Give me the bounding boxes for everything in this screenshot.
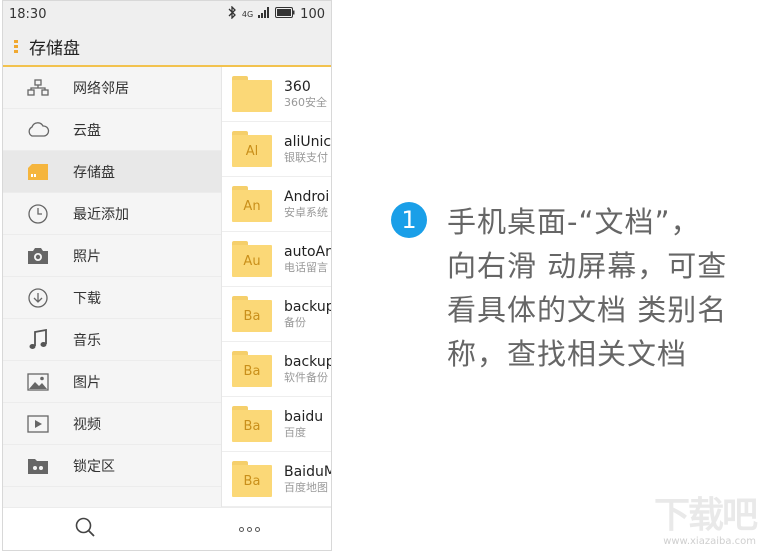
folder-icon: Au <box>232 241 272 277</box>
sidebar-item-photos[interactable]: 照片 <box>3 235 221 277</box>
folder-icon: Ba <box>232 351 272 387</box>
list-item[interactable]: Au autoAr 电话留言 <box>222 232 331 287</box>
folder-icon: An <box>232 186 272 222</box>
page-title: 存储盘 <box>29 38 80 59</box>
annotation-line: 看具体的文档 类别名 <box>447 293 728 327</box>
sd-card-icon <box>3 163 73 180</box>
sidebar: 网络邻居 云盘 存储盘 最近添加 照片 下载 音乐 图片 视频 锁定区 <box>3 67 222 508</box>
sidebar-item-videos[interactable]: 视频 <box>3 403 221 445</box>
sidebar-item-recent[interactable]: 最近添加 <box>3 193 221 235</box>
camera-icon <box>3 247 73 265</box>
watermark: 下载吧 www.xiazaiba.com <box>653 495 758 548</box>
sidebar-item-downloads[interactable]: 下载 <box>3 277 221 319</box>
folder-icon: Ba <box>232 461 272 497</box>
folder-icon: Ba <box>232 296 272 332</box>
step-number-badge: 1 <box>391 202 427 238</box>
list-item[interactable]: Ba BaiduM 百度地图 <box>222 452 331 507</box>
sidebar-item-music[interactable]: 音乐 <box>3 319 221 361</box>
annotation: 1 手机桌面-“文档”， 向右滑 动屏幕，可查 看具体的文档 类别名 称，查找相… <box>391 200 761 376</box>
signal-label: 4G <box>241 9 254 19</box>
list-item[interactable]: Ba backup 软件备份 <box>222 342 331 397</box>
status-time: 18:30 <box>9 6 47 22</box>
video-icon <box>3 414 73 433</box>
annotation-line: 称，查找相关文档 <box>447 337 688 371</box>
app-bar: 存储盘 <box>3 27 331 67</box>
search-icon <box>74 516 96 542</box>
list-item[interactable]: Ba backup 备份 <box>222 287 331 342</box>
bluetooth-icon <box>228 4 237 23</box>
menu-icon[interactable] <box>5 39 27 53</box>
more-icon <box>238 526 260 532</box>
search-button[interactable] <box>3 516 167 542</box>
signal-icon <box>258 6 270 22</box>
clock-icon <box>3 203 73 225</box>
phone-screen: 18:30 4G 100 存储盘 网络邻居 云盘 存储盘 最近添加 照片 下载 … <box>2 0 332 551</box>
folder-icon: Al <box>232 131 272 167</box>
bottom-bar <box>3 507 331 550</box>
folder-icon: Ba <box>232 406 272 442</box>
list-item[interactable]: Ba baidu 百度 <box>222 397 331 452</box>
list-item[interactable]: Al aliUnic 银联支付 <box>222 122 331 177</box>
battery-icon <box>275 6 295 22</box>
sidebar-item-images[interactable]: 图片 <box>3 361 221 403</box>
annotation-line: 向右滑 动屏幕，可查 <box>447 249 728 283</box>
network-icon <box>3 78 73 97</box>
sidebar-item-network[interactable]: 网络邻居 <box>3 67 221 109</box>
folder-icon <box>232 76 272 112</box>
watermark-logo: 下载吧 <box>653 495 758 536</box>
sidebar-item-storage[interactable]: 存储盘 <box>3 151 221 193</box>
annotation-line: 手机桌面-“文档”， <box>447 205 701 239</box>
music-icon <box>3 328 73 351</box>
sidebar-item-cloud[interactable]: 云盘 <box>3 109 221 151</box>
lock-folder-icon <box>3 457 73 475</box>
file-list: 360 360安全 Al aliUnic 银联支付 An Androi 安卓系统 Au… <box>222 67 331 508</box>
list-item[interactable]: 360 360安全 <box>222 67 331 122</box>
more-button[interactable] <box>167 526 331 532</box>
cloud-icon <box>3 121 73 138</box>
sidebar-item-locked[interactable]: 锁定区 <box>3 445 221 487</box>
download-icon <box>3 287 73 309</box>
list-item[interactable]: An Androi 安卓系统 <box>222 177 331 232</box>
battery-level: 100 <box>300 6 325 22</box>
watermark-url: www.xiazaiba.com <box>663 536 756 547</box>
status-bar: 18:30 4G 100 <box>3 1 331 27</box>
image-icon <box>3 372 73 391</box>
